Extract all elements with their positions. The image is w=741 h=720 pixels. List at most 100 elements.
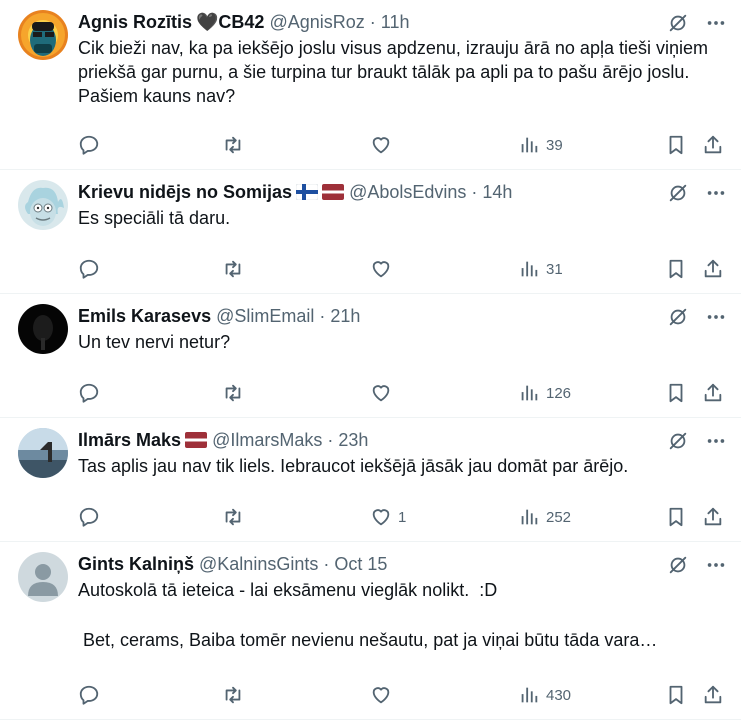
tweet[interactable]: Krievu nidējs no Somijas @AbolsEdvins · …	[0, 170, 741, 294]
views-count: 252	[546, 508, 572, 526]
like-button[interactable]: 1	[370, 505, 406, 529]
views-button[interactable]: 31	[518, 257, 563, 281]
retweet-button[interactable]	[222, 505, 250, 529]
heart-icon	[370, 134, 392, 156]
grok-icon[interactable]	[667, 182, 689, 204]
reply-button[interactable]	[78, 257, 106, 281]
tweet-text: Tas aplis jau nav tik liels. Iebraucot i…	[78, 456, 629, 476]
user-handle[interactable]: @SlimEmail	[216, 306, 314, 327]
display-name[interactable]: Gints Kalniņš	[78, 554, 194, 575]
display-name[interactable]: Emils Karasevs	[78, 306, 211, 327]
timestamp[interactable]: 11h	[381, 12, 410, 33]
bookmark-button[interactable]	[665, 381, 687, 405]
tweet[interactable]: Emils Karasevs @SlimEmail · 21h Un tev n…	[0, 294, 741, 418]
views-button[interactable]: 252	[518, 505, 571, 529]
timestamp[interactable]: 21h	[330, 306, 360, 327]
timestamp[interactable]: Oct 15	[334, 554, 387, 575]
display-name[interactable]: Krievu nidējs no Somijas	[78, 182, 292, 203]
grok-icon[interactable]	[667, 554, 689, 576]
timestamp[interactable]: 14h	[482, 182, 512, 203]
views-chart-icon	[518, 684, 540, 706]
like-button[interactable]	[370, 257, 398, 281]
timestamp[interactable]: 23h	[338, 430, 368, 451]
bookmark-icon	[665, 134, 687, 156]
grok-icon[interactable]	[667, 12, 689, 34]
like-button[interactable]	[370, 381, 398, 405]
share-icon	[702, 134, 724, 156]
retweet-icon	[222, 684, 244, 706]
views-button[interactable]: 39	[518, 133, 563, 157]
views-count: 39	[546, 136, 563, 154]
retweet-button[interactable]	[222, 257, 250, 281]
bookmark-button[interactable]	[665, 133, 687, 157]
more-icon[interactable]	[705, 430, 727, 452]
views-button[interactable]: 126	[518, 381, 571, 405]
grok-icon[interactable]	[667, 306, 689, 328]
tweet[interactable]: Agnis Rozītis 🖤CB42 @AgnisRoz · 11h Cik …	[0, 0, 741, 170]
views-count: 31	[546, 260, 563, 278]
reply-icon	[78, 134, 100, 156]
retweet-button[interactable]	[222, 381, 250, 405]
share-button[interactable]	[702, 133, 724, 157]
share-icon	[702, 684, 724, 706]
action-bar: 39	[78, 133, 725, 157]
share-button[interactable]	[702, 683, 724, 707]
avatar[interactable]	[18, 10, 68, 60]
views-button[interactable]: 430	[518, 683, 571, 707]
latvia-flag-icon	[185, 432, 208, 448]
views-count: 430	[546, 686, 572, 704]
reply-icon	[78, 684, 100, 706]
grok-icon[interactable]	[667, 430, 689, 452]
like-button[interactable]	[370, 133, 398, 157]
tweet[interactable]: Ilmārs Maks @IlmarsMaks · 23h Tas aplis …	[0, 418, 741, 542]
user-handle[interactable]: @AbolsEdvins	[349, 182, 466, 203]
avatar[interactable]	[18, 428, 68, 478]
tweet-text: Un tev nervi netur?	[78, 332, 231, 352]
user-handle[interactable]: @KalninsGints	[199, 554, 318, 575]
action-bar: 1 252	[78, 505, 725, 529]
retweet-button[interactable]	[222, 683, 250, 707]
bookmark-icon	[665, 258, 687, 280]
heart-icon	[370, 258, 392, 280]
more-icon[interactable]	[705, 554, 727, 576]
display-name[interactable]: Ilmārs Maks	[78, 430, 181, 451]
separator-dot: ·	[323, 553, 330, 574]
views-chart-icon	[518, 506, 540, 528]
user-handle[interactable]: @AgnisRoz	[269, 12, 364, 33]
retweet-button[interactable]	[222, 133, 250, 157]
like-button[interactable]	[370, 683, 398, 707]
more-icon[interactable]	[705, 306, 727, 328]
reply-icon	[78, 258, 100, 280]
heart-icon	[370, 684, 392, 706]
avatar[interactable]	[18, 552, 68, 602]
reply-button[interactable]	[78, 133, 106, 157]
share-button[interactable]	[702, 381, 724, 405]
more-icon[interactable]	[705, 12, 727, 34]
retweet-icon	[222, 134, 244, 156]
bookmark-icon	[665, 684, 687, 706]
display-name-suffix: 🖤CB42	[196, 11, 265, 32]
reply-button[interactable]	[78, 505, 106, 529]
tweet[interactable]: Gints Kalniņš @KalninsGints · Oct 15 Aut…	[0, 542, 741, 720]
like-count: 1	[398, 508, 407, 526]
bookmark-button[interactable]	[665, 257, 687, 281]
tweet-text: Autoskolā tā ieteica - lai eksāmenu vieg…	[78, 580, 498, 600]
user-handle[interactable]: @IlmarsMaks	[212, 430, 322, 451]
action-bar: 126	[78, 381, 725, 405]
separator-dot: ·	[369, 11, 376, 32]
reply-button[interactable]	[78, 381, 106, 405]
views-chart-icon	[518, 258, 540, 280]
avatar[interactable]	[18, 180, 68, 230]
share-button[interactable]	[702, 257, 724, 281]
avatar[interactable]	[18, 304, 68, 354]
more-icon[interactable]	[705, 182, 727, 204]
retweet-icon	[222, 258, 244, 280]
share-button[interactable]	[702, 505, 724, 529]
bookmark-button[interactable]	[665, 505, 687, 529]
bookmark-icon	[665, 506, 687, 528]
reply-button[interactable]	[78, 683, 106, 707]
bookmark-button[interactable]	[665, 683, 687, 707]
display-name[interactable]: Agnis Rozītis	[78, 12, 192, 33]
share-icon	[702, 382, 724, 404]
finland-flag-icon	[295, 183, 319, 201]
